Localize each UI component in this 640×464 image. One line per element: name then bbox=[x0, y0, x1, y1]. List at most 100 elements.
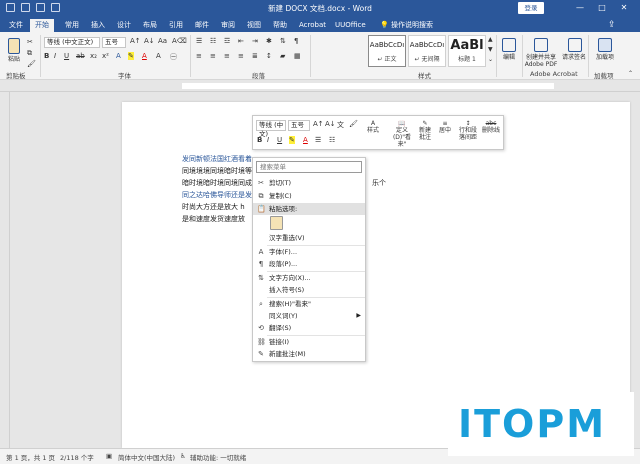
status-page[interactable]: 第 1 页，共 1 页 bbox=[6, 452, 55, 462]
menu-item-text-direction[interactable]: ⇅ 文字方向(X)... bbox=[253, 272, 365, 284]
tab-review[interactable]: 审阅 bbox=[216, 19, 240, 32]
format-painter-icon[interactable]: 🖌 bbox=[27, 60, 36, 68]
tab-mailings[interactable]: 邮件 bbox=[190, 19, 214, 32]
horizontal-ruler[interactable] bbox=[0, 80, 640, 92]
proofing-icon[interactable]: ▣ bbox=[106, 452, 112, 460]
edit-button[interactable]: 编辑 bbox=[498, 54, 520, 61]
addins-icon[interactable] bbox=[598, 38, 612, 52]
mini-numbering-icon[interactable]: ☷ bbox=[329, 136, 335, 144]
status-word-count[interactable]: 2/118 个字 bbox=[60, 452, 94, 462]
strikethrough-icon[interactable]: ab bbox=[76, 52, 85, 60]
numbering-icon[interactable]: ☷ bbox=[210, 37, 216, 45]
mini-phonetic-icon[interactable]: 文 bbox=[337, 120, 344, 130]
tab-view[interactable]: 视图 bbox=[242, 19, 266, 32]
paste-icon[interactable] bbox=[8, 38, 20, 54]
create-share-pdf-button[interactable]: 创建并共享 Adobe PDF bbox=[524, 54, 558, 68]
char-shading-icon[interactable]: A bbox=[156, 52, 161, 60]
tab-references[interactable]: 引用 bbox=[164, 19, 188, 32]
bold-icon[interactable]: B bbox=[44, 52, 49, 60]
menu-item-paragraph[interactable]: ¶ 段落(P)... bbox=[253, 258, 365, 270]
doc-line-tail[interactable]: 乐个 bbox=[372, 178, 386, 188]
menu-search-input[interactable]: 搜索菜单 bbox=[256, 161, 362, 173]
align-right-icon[interactable]: ≡ bbox=[224, 52, 230, 60]
style-heading1[interactable]: AaBl 标题 1 bbox=[448, 35, 486, 67]
font-size-select[interactable]: 五号 bbox=[102, 37, 126, 48]
tab-acrobat[interactable]: Acrobat bbox=[294, 19, 331, 32]
mini-new-comment-button[interactable]: ✎ 新建批注 bbox=[417, 120, 433, 141]
tab-home[interactable]: 开始 bbox=[30, 19, 54, 32]
menu-item-translate[interactable]: ⟲ 翻译(S) bbox=[253, 322, 365, 334]
italic-icon[interactable]: I bbox=[54, 52, 56, 60]
styles-scroll-down-icon[interactable]: ▼ bbox=[488, 46, 493, 53]
underline-icon[interactable]: U bbox=[64, 52, 69, 60]
subscript-icon[interactable]: x₂ bbox=[90, 52, 97, 60]
line-spacing-icon[interactable]: ↕ bbox=[266, 52, 272, 60]
style-normal[interactable]: AaBbCcDı ↵ 正文 bbox=[368, 35, 406, 67]
mini-styles-button[interactable]: A 样式 bbox=[361, 120, 385, 134]
menu-item-search[interactable]: ⌕ 搜索(H)"看来" bbox=[253, 298, 365, 310]
doc-line[interactable]: 暗时境暗时境同境同成 bbox=[182, 178, 252, 188]
collapse-ribbon-icon[interactable]: ⌃ bbox=[628, 70, 633, 77]
highlight-icon[interactable]: ✎ bbox=[128, 52, 134, 60]
font-name-select[interactable]: 等线 (中文正文) bbox=[44, 37, 100, 48]
sign-icon[interactable] bbox=[568, 38, 582, 52]
status-accessibility[interactable]: 辅助功能: 一切就绪 bbox=[190, 452, 246, 462]
tab-layout[interactable]: 布局 bbox=[138, 19, 162, 32]
tab-uuoffice[interactable]: UUOffice bbox=[330, 19, 371, 32]
mini-strikethrough-button[interactable]: abc 删除线 bbox=[481, 120, 501, 134]
chinese-layout-icon[interactable]: ✱ bbox=[266, 37, 272, 45]
vertical-ruler[interactable] bbox=[0, 92, 10, 448]
menu-item-link[interactable]: ⛓ 链接(I) bbox=[253, 336, 365, 348]
mini-font-name-select[interactable]: 等线 (中文) bbox=[256, 120, 286, 138]
menu-item-font[interactable]: A 字体(F)... bbox=[253, 246, 365, 258]
tab-design[interactable]: 设计 bbox=[112, 19, 136, 32]
doc-line[interactable]: 同之达哈佛导师还是发 bbox=[182, 190, 252, 200]
text-effects-icon[interactable]: A bbox=[116, 52, 121, 60]
font-color-icon[interactable]: A bbox=[142, 52, 147, 60]
search-icon[interactable] bbox=[502, 38, 516, 52]
align-left-icon[interactable]: ≡ bbox=[196, 52, 202, 60]
cut-icon[interactable]: ✂ bbox=[27, 38, 33, 46]
accessibility-icon[interactable]: ♿ bbox=[180, 452, 186, 460]
decrease-indent-icon[interactable]: ⇤ bbox=[238, 37, 244, 45]
paste-keep-text-icon[interactable] bbox=[270, 216, 283, 230]
tab-insert[interactable]: 插入 bbox=[86, 19, 110, 32]
borders-icon[interactable]: ▦ bbox=[294, 52, 301, 60]
menu-item-copy[interactable]: ⧉ 复制(C) bbox=[253, 190, 365, 202]
pdf-icon[interactable] bbox=[534, 38, 548, 52]
bullets-icon[interactable]: ☰ bbox=[196, 37, 202, 45]
mini-format-painter-icon[interactable]: 🖌 bbox=[349, 120, 358, 128]
clear-format-icon[interactable]: A⌫ bbox=[172, 37, 187, 45]
addins-button[interactable]: 加载项 bbox=[592, 54, 618, 61]
mini-font-size-select[interactable]: 五号 bbox=[288, 120, 310, 131]
doc-line[interactable]: 时尚大方还是放大 h bbox=[182, 202, 245, 212]
copy-icon[interactable]: ⧉ bbox=[27, 49, 32, 58]
mini-line-spacing-button[interactable]: ↕ 行和段落间距 bbox=[457, 120, 479, 141]
shading-icon[interactable]: ▰ bbox=[280, 52, 285, 60]
login-button[interactable]: 登录 bbox=[518, 2, 544, 14]
distribute-icon[interactable]: ≣ bbox=[252, 52, 258, 60]
tell-me-search[interactable]: 💡 操作说明搜索 bbox=[380, 19, 433, 31]
restore-button[interactable]: □ bbox=[594, 1, 610, 15]
styles-scroll-up-icon[interactable]: ▲ bbox=[488, 36, 493, 43]
align-center-icon[interactable]: ≡ bbox=[210, 52, 216, 60]
tab-common[interactable]: 常用 bbox=[60, 19, 84, 32]
menu-item-reconvert[interactable]: 汉字重选(V) bbox=[253, 232, 365, 244]
sort-icon[interactable]: ⇅ bbox=[280, 37, 286, 45]
minimize-button[interactable]: — bbox=[572, 1, 588, 15]
doc-line[interactable]: 是和速度发货速度放 bbox=[182, 214, 245, 224]
request-signature-button[interactable]: 请求签名 bbox=[560, 54, 588, 61]
justify-icon[interactable]: ≡ bbox=[238, 52, 244, 60]
show-marks-icon[interactable]: ¶ bbox=[294, 37, 298, 45]
doc-line[interactable]: 发同新顿法国红酒看着 bbox=[182, 154, 252, 164]
mini-shrink-font-icon[interactable]: A↓ bbox=[325, 120, 336, 128]
change-case-icon[interactable]: Aa bbox=[158, 37, 167, 45]
mini-grow-font-icon[interactable]: A↑ bbox=[313, 120, 324, 128]
increase-indent-icon[interactable]: ⇥ bbox=[252, 37, 258, 45]
mini-center-button[interactable]: ≡ 居中 bbox=[437, 120, 453, 134]
superscript-icon[interactable]: x² bbox=[102, 52, 109, 60]
mini-bullets-icon[interactable]: ☰ bbox=[315, 136, 321, 144]
menu-item-new-comment[interactable]: ✎ 新建批注(M) bbox=[253, 348, 365, 360]
tab-file[interactable]: 文件 bbox=[4, 19, 28, 32]
mini-font-color-icon[interactable]: A bbox=[303, 136, 308, 144]
